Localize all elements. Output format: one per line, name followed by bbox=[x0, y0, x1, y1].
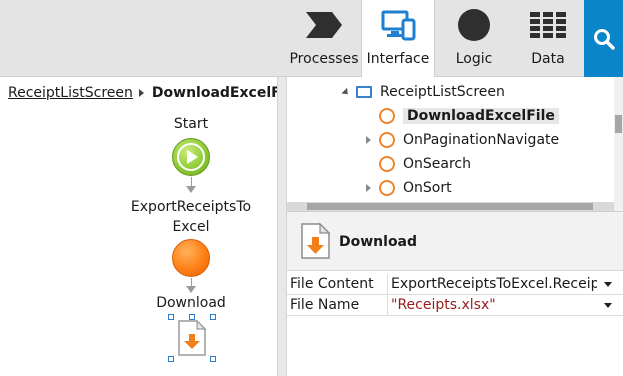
resize-handle[interactable] bbox=[168, 314, 174, 320]
properties-header: Download bbox=[287, 211, 623, 271]
flow-arrow-icon bbox=[186, 186, 196, 193]
property-row-file-name[interactable]: File Name "Receipts.xlsx" bbox=[287, 295, 623, 316]
client-action-icon bbox=[379, 132, 395, 148]
tree-item-label: OnSort bbox=[403, 180, 452, 196]
tree-item-label: OnSearch bbox=[403, 156, 471, 172]
logic-circle-icon bbox=[437, 8, 511, 42]
tree-item-label: OnPaginationNavigate bbox=[403, 132, 560, 148]
action-node-label-line1: ExportReceiptsTo bbox=[130, 199, 252, 215]
screen-icon bbox=[356, 86, 372, 98]
processes-chevron-icon bbox=[287, 8, 361, 42]
start-node-label: Start bbox=[173, 116, 209, 132]
column-divider bbox=[387, 295, 388, 316]
column-divider bbox=[387, 274, 388, 295]
property-row-file-content[interactable]: File Content ExportReceiptsToExcel.Recei… bbox=[287, 274, 623, 295]
tree-item-label: DownloadExcelFile bbox=[403, 108, 559, 124]
action-node-label-line2: Excel bbox=[172, 219, 210, 235]
download-file-icon bbox=[178, 319, 207, 356]
resize-handle[interactable] bbox=[189, 314, 195, 320]
tab-data[interactable]: Data bbox=[511, 0, 585, 77]
top-toolbar: Processes Interface Logic Data bbox=[0, 0, 623, 78]
client-action-icon bbox=[379, 108, 395, 124]
scrollbar-thumb[interactable] bbox=[615, 115, 622, 133]
dropdown-arrow-icon[interactable] bbox=[604, 282, 612, 287]
tree-item-downloadexcelfile[interactable]: DownloadExcelFile bbox=[379, 105, 559, 127]
properties-title: Download bbox=[339, 234, 418, 250]
tree-item-screen[interactable]: ReceiptListScreen bbox=[341, 81, 505, 103]
element-tree: ReceiptListScreen DownloadExcelFile OnPa… bbox=[287, 77, 623, 211]
search-button[interactable] bbox=[584, 0, 623, 77]
resize-handle[interactable] bbox=[210, 314, 216, 320]
tab-processes[interactable]: Processes bbox=[287, 0, 361, 77]
tree-item-onsort[interactable]: OnSort bbox=[366, 177, 452, 199]
expand-arrow-icon[interactable] bbox=[366, 184, 371, 192]
search-icon bbox=[593, 28, 615, 50]
property-value-field[interactable]: "Receipts.xlsx" bbox=[391, 297, 597, 313]
tree-item-label: ReceiptListScreen bbox=[380, 84, 505, 100]
resize-handle[interactable] bbox=[210, 356, 216, 362]
tree-item-onpaginationnavigate[interactable]: OnPaginationNavigate bbox=[366, 129, 559, 151]
tab-data-label: Data bbox=[531, 51, 565, 67]
expand-arrow-icon[interactable] bbox=[366, 136, 371, 144]
download-node-label: Download bbox=[156, 295, 226, 311]
resize-handle[interactable] bbox=[168, 356, 174, 362]
data-grid-icon bbox=[511, 8, 585, 42]
tab-logic-label: Logic bbox=[455, 51, 493, 67]
dropdown-arrow-icon[interactable] bbox=[604, 303, 612, 308]
property-value-field[interactable]: ExportReceiptsToExcel.Receipts bbox=[391, 276, 597, 292]
breadcrumb: ReceiptListScreen DownloadExcelFile bbox=[8, 85, 300, 101]
interface-devices-icon bbox=[362, 8, 434, 42]
property-name: File Name bbox=[290, 297, 360, 313]
start-node[interactable] bbox=[172, 138, 210, 176]
client-action-icon bbox=[379, 180, 395, 196]
breadcrumb-separator-icon bbox=[138, 89, 144, 97]
tab-processes-label: Processes bbox=[289, 51, 359, 67]
tab-interface-label: Interface bbox=[366, 51, 430, 67]
pane-splitter[interactable] bbox=[277, 77, 287, 376]
client-action-icon bbox=[379, 156, 395, 172]
download-file-icon bbox=[301, 222, 331, 259]
tree-horizontal-scrollbar[interactable] bbox=[287, 202, 614, 211]
collapse-arrow-icon[interactable] bbox=[341, 87, 351, 97]
download-node[interactable] bbox=[168, 314, 216, 362]
flow-arrow-icon bbox=[186, 286, 196, 293]
play-icon bbox=[177, 143, 205, 171]
tab-interface[interactable]: Interface bbox=[361, 0, 435, 78]
breadcrumb-parent-link[interactable]: ReceiptListScreen bbox=[8, 85, 133, 101]
export-action-node[interactable] bbox=[172, 239, 210, 277]
tab-logic[interactable]: Logic bbox=[437, 0, 511, 77]
property-name: File Content bbox=[290, 276, 374, 292]
scrollbar-thumb[interactable] bbox=[307, 203, 593, 210]
tree-item-onsearch[interactable]: OnSearch bbox=[379, 153, 471, 175]
tree-vertical-scrollbar[interactable] bbox=[614, 77, 623, 211]
